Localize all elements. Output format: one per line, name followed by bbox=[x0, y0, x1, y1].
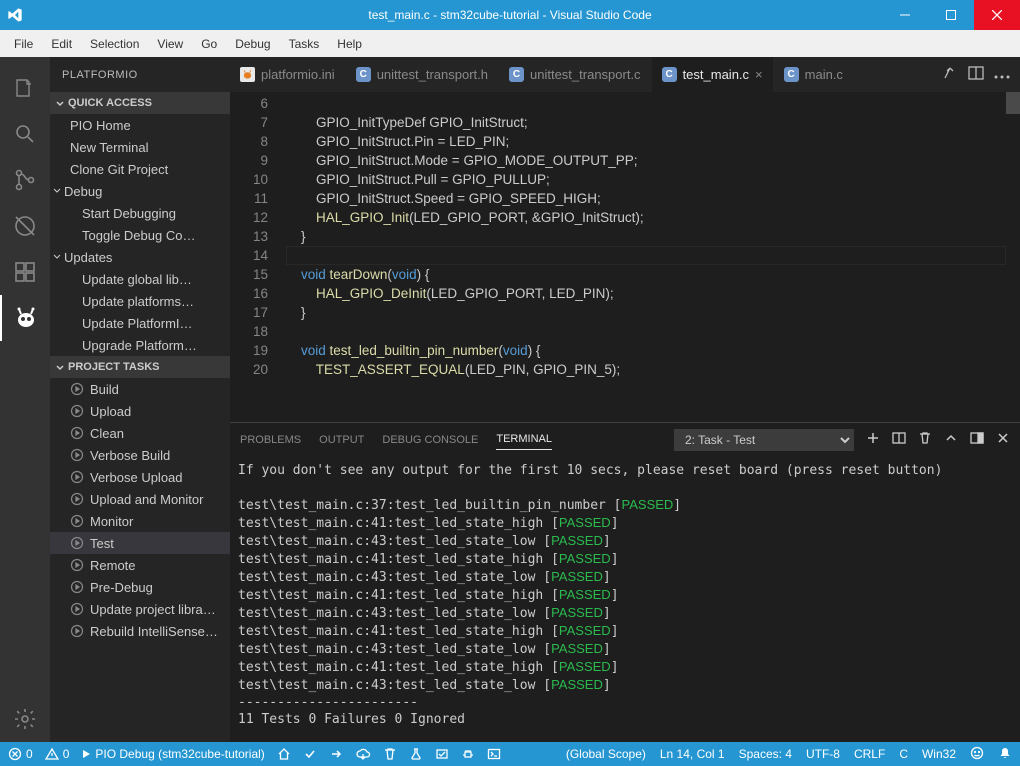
status-spaces[interactable]: Spaces: 4 bbox=[739, 747, 792, 761]
status-clean-icon[interactable] bbox=[383, 747, 397, 761]
quick-item[interactable]: Clone Git Project bbox=[50, 158, 230, 180]
kill-terminal-icon[interactable] bbox=[918, 431, 932, 448]
status-encoding[interactable]: UTF-8 bbox=[806, 747, 840, 761]
status-cloud-icon[interactable] bbox=[355, 747, 371, 761]
menu-selection[interactable]: Selection bbox=[82, 35, 147, 53]
close-tab-icon[interactable]: × bbox=[755, 67, 763, 82]
platformio-icon[interactable] bbox=[0, 295, 50, 341]
title-bar: test_main.c - stm32cube-tutorial - Visua… bbox=[0, 0, 1020, 30]
split-editor-icon[interactable] bbox=[968, 65, 984, 84]
task-item[interactable]: Upload bbox=[50, 400, 230, 422]
status-tasks-icon[interactable] bbox=[435, 747, 449, 761]
task-item[interactable]: Monitor bbox=[50, 510, 230, 532]
task-item[interactable]: Build bbox=[50, 378, 230, 400]
editor-tab[interactable]: Cunittest_transport.h bbox=[346, 57, 499, 92]
quick-item[interactable]: Updates bbox=[50, 246, 230, 268]
editor-tab[interactable]: Ctest_main.c× bbox=[652, 57, 774, 92]
status-debug-target[interactable]: PIO Debug (stm32cube-tutorial) bbox=[81, 747, 264, 761]
move-panel-icon[interactable] bbox=[970, 431, 984, 448]
quick-item[interactable]: Debug bbox=[50, 180, 230, 202]
window-title: test_main.c - stm32cube-tutorial - Visua… bbox=[0, 8, 1020, 22]
status-bar: 0 0 PIO Debug (stm32cube-tutorial) (Glob… bbox=[0, 742, 1020, 766]
task-item[interactable]: Clean bbox=[50, 422, 230, 444]
editor-tabs: platformio.iniCunittest_transport.hCunit… bbox=[230, 57, 1020, 92]
editor-tab[interactable]: Cmain.c bbox=[774, 57, 854, 92]
code-editor[interactable]: 67891011121314151617181920 GPIO_InitType… bbox=[230, 92, 1020, 422]
project-tasks-header[interactable]: PROJECT TASKS bbox=[50, 356, 230, 378]
more-icon[interactable] bbox=[994, 67, 1010, 82]
quick-access-header[interactable]: QUICK ACCESS bbox=[50, 92, 230, 114]
task-item[interactable]: Rebuild IntelliSense… bbox=[50, 620, 230, 642]
task-item[interactable]: Verbose Upload bbox=[50, 466, 230, 488]
editor-tab[interactable]: Cunittest_transport.c bbox=[499, 57, 652, 92]
panel-tab[interactable]: DEBUG CONSOLE bbox=[382, 430, 478, 450]
status-terminal-icon[interactable] bbox=[487, 747, 501, 761]
activity-bar bbox=[0, 57, 50, 742]
menu-edit[interactable]: Edit bbox=[43, 35, 80, 53]
minimap[interactable] bbox=[1006, 92, 1020, 422]
status-position[interactable]: Ln 14, Col 1 bbox=[660, 747, 725, 761]
compare-icon[interactable] bbox=[942, 65, 958, 84]
status-bell-icon[interactable] bbox=[998, 746, 1012, 763]
status-upload-icon[interactable] bbox=[329, 747, 343, 761]
new-terminal-icon[interactable] bbox=[866, 431, 880, 448]
maximize-panel-icon[interactable] bbox=[944, 431, 958, 448]
panel-tab[interactable]: TERMINAL bbox=[496, 429, 552, 450]
terminal-output[interactable]: If you don't see any output for the firs… bbox=[230, 456, 1020, 742]
editor-tab[interactable]: platformio.ini bbox=[230, 57, 346, 92]
search-icon[interactable] bbox=[0, 111, 50, 157]
task-item[interactable]: Verbose Build bbox=[50, 444, 230, 466]
status-scope[interactable]: (Global Scope) bbox=[566, 747, 646, 761]
status-feedback-icon[interactable] bbox=[970, 746, 984, 763]
settings-icon[interactable] bbox=[0, 696, 50, 742]
menu-tasks[interactable]: Tasks bbox=[281, 35, 328, 53]
minimize-button[interactable] bbox=[882, 0, 928, 30]
status-home-icon[interactable] bbox=[277, 747, 291, 761]
menu-bar: FileEditSelectionViewGoDebugTasksHelp bbox=[0, 30, 1020, 57]
status-serial-icon[interactable] bbox=[461, 747, 475, 761]
sidebar-title: PLATFORMIO bbox=[50, 57, 230, 92]
status-warnings[interactable]: 0 bbox=[45, 747, 70, 761]
quick-item[interactable]: New Terminal bbox=[50, 136, 230, 158]
close-button[interactable] bbox=[974, 0, 1020, 30]
task-item[interactable]: Test bbox=[50, 532, 230, 554]
split-terminal-icon[interactable] bbox=[892, 431, 906, 448]
status-test-icon[interactable] bbox=[409, 747, 423, 761]
task-item[interactable]: Upload and Monitor bbox=[50, 488, 230, 510]
scm-icon[interactable] bbox=[0, 157, 50, 203]
terminal-select[interactable]: 2: Task - Test bbox=[674, 429, 854, 451]
menu-debug[interactable]: Debug bbox=[227, 35, 278, 53]
menu-help[interactable]: Help bbox=[329, 35, 370, 53]
sidebar: PLATFORMIO QUICK ACCESS PIO HomeNew Term… bbox=[50, 57, 230, 742]
menu-go[interactable]: Go bbox=[193, 35, 225, 53]
quick-item[interactable]: PIO Home bbox=[50, 114, 230, 136]
quick-item[interactable]: Update global lib… bbox=[50, 268, 230, 290]
quick-item[interactable]: Upgrade Platform… bbox=[50, 334, 230, 356]
menu-file[interactable]: File bbox=[6, 35, 41, 53]
status-errors[interactable]: 0 bbox=[8, 747, 33, 761]
task-item[interactable]: Remote bbox=[50, 554, 230, 576]
menu-view[interactable]: View bbox=[149, 35, 191, 53]
task-item[interactable]: Pre-Debug bbox=[50, 576, 230, 598]
status-build-icon[interactable] bbox=[303, 747, 317, 761]
status-eol[interactable]: CRLF bbox=[854, 747, 885, 761]
vscode-icon bbox=[0, 7, 30, 23]
panel-tab[interactable]: PROBLEMS bbox=[240, 430, 301, 450]
extensions-icon[interactable] bbox=[0, 249, 50, 295]
debug-icon[interactable] bbox=[0, 203, 50, 249]
quick-item[interactable]: Toggle Debug Co… bbox=[50, 224, 230, 246]
editor-area: platformio.iniCunittest_transport.hCunit… bbox=[230, 57, 1020, 742]
explorer-icon[interactable] bbox=[0, 65, 50, 111]
maximize-button[interactable] bbox=[928, 0, 974, 30]
quick-item[interactable]: Update PlatformI… bbox=[50, 312, 230, 334]
task-item[interactable]: Update project libra… bbox=[50, 598, 230, 620]
status-lang[interactable]: C bbox=[899, 747, 908, 761]
quick-item[interactable]: Start Debugging bbox=[50, 202, 230, 224]
panel-tab[interactable]: OUTPUT bbox=[319, 430, 364, 450]
quick-item[interactable]: Update platforms… bbox=[50, 290, 230, 312]
status-os[interactable]: Win32 bbox=[922, 747, 956, 761]
panel: PROBLEMS OUTPUT DEBUG CONSOLE TERMINAL 2: T… bbox=[230, 422, 1020, 742]
close-panel-icon[interactable] bbox=[996, 431, 1010, 448]
